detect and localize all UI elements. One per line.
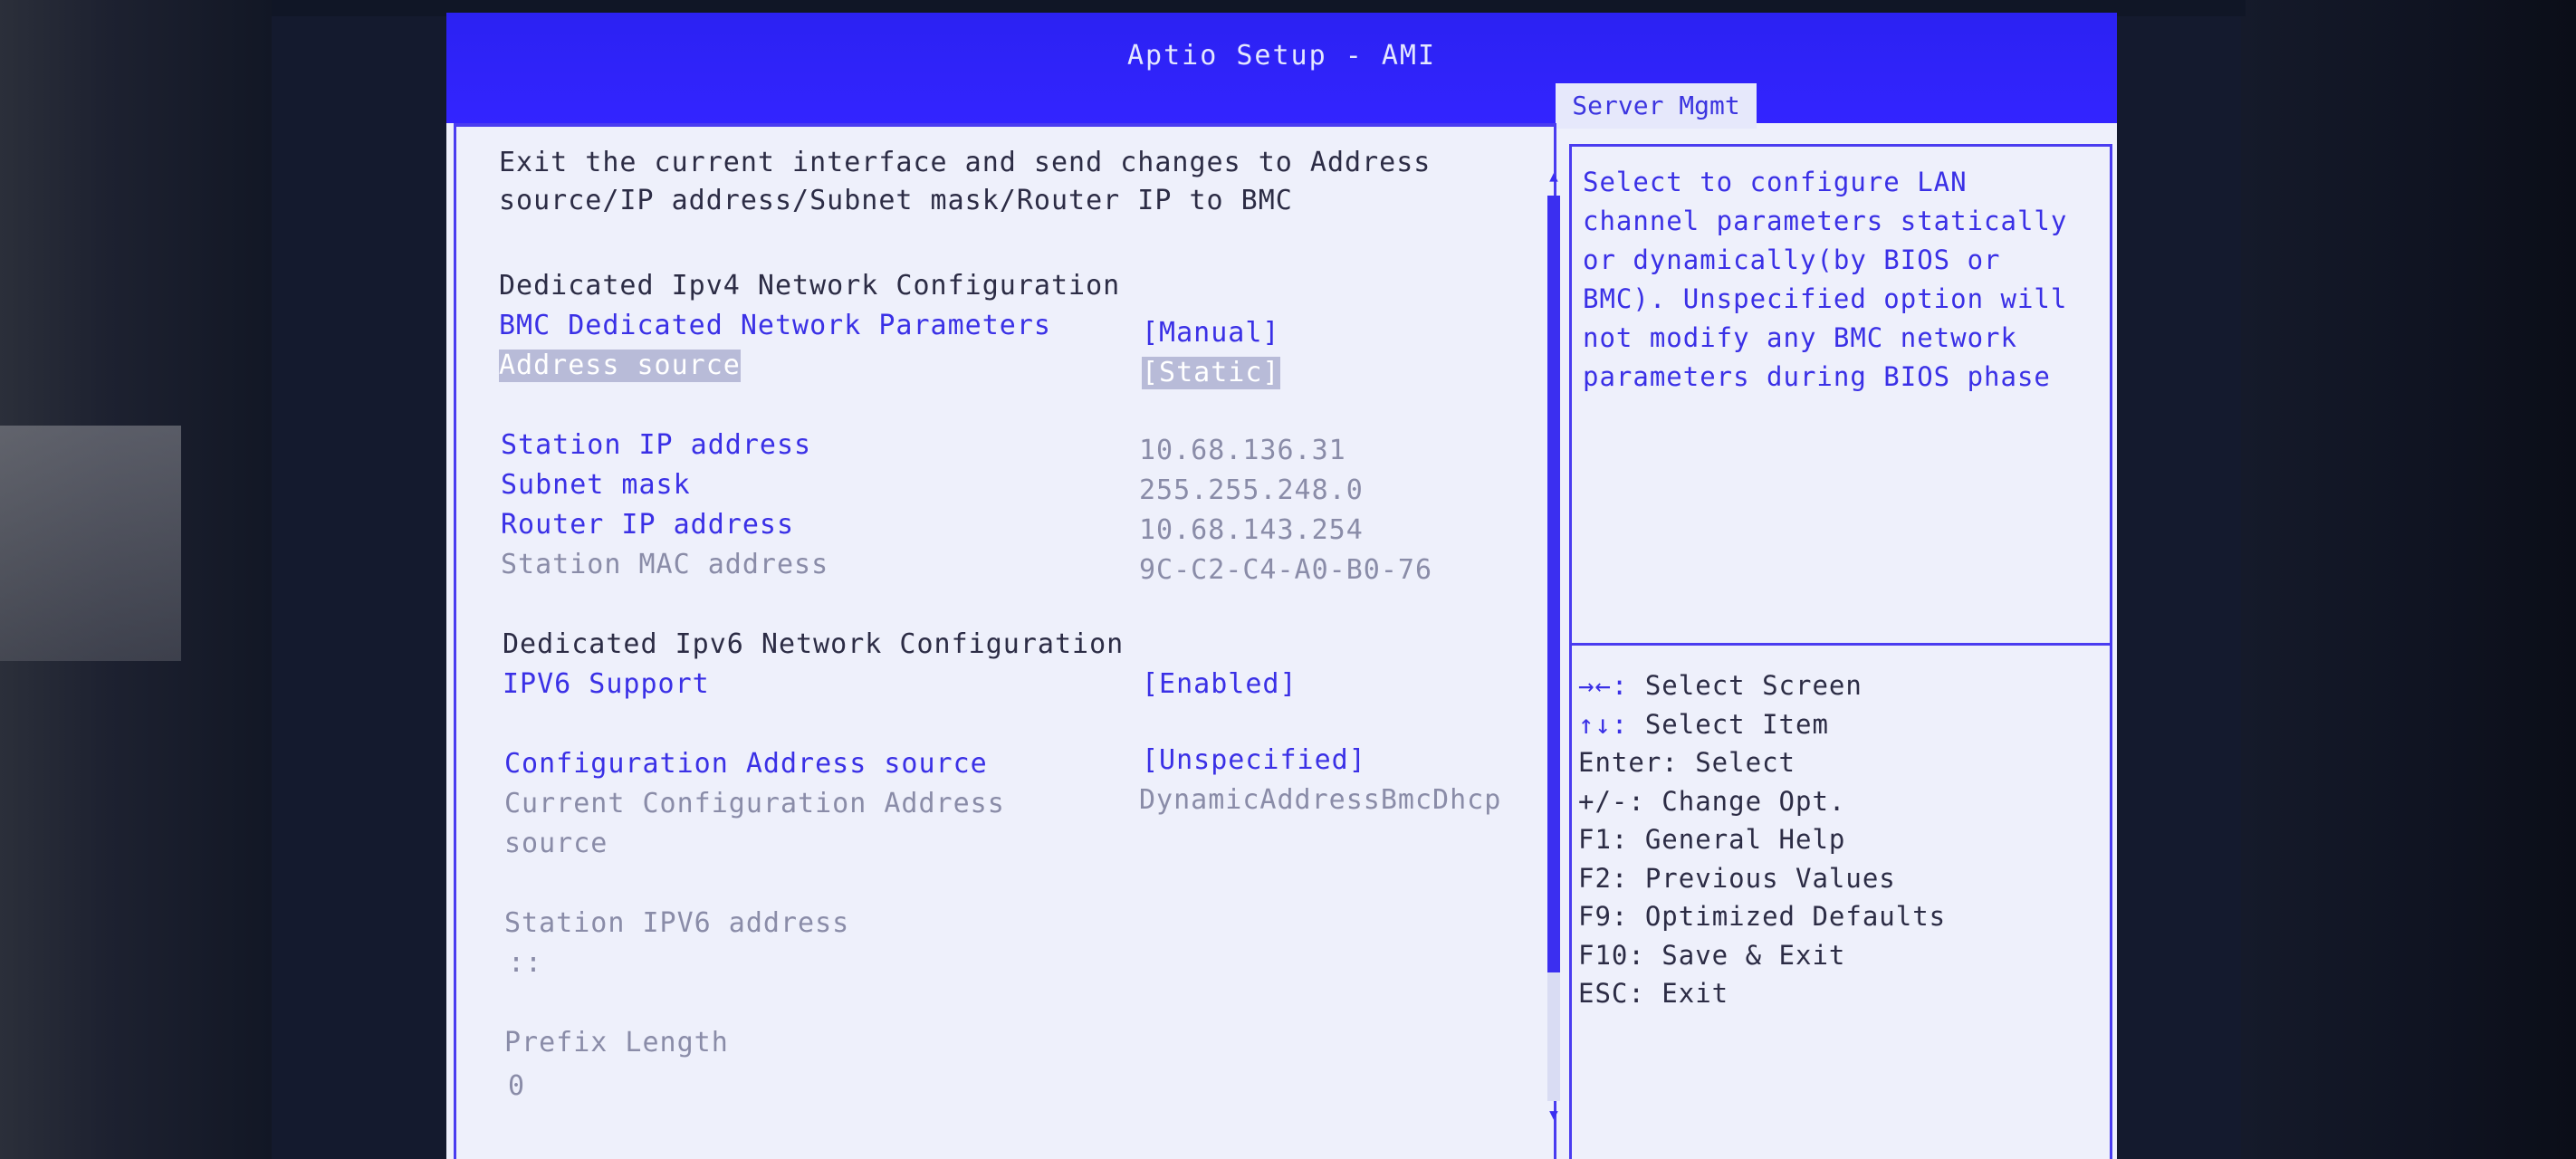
current-config-label: Current Configuration Address: [504, 788, 1005, 819]
subnet-mask-value: 255.255.248.0: [1139, 474, 1364, 506]
bezel-reflection: [0, 426, 181, 661]
prefix-length-label: Prefix Length: [504, 1027, 729, 1058]
config-address-source-value[interactable]: [Unspecified]: [1142, 744, 1366, 777]
ipv6-support-label[interactable]: IPV6 Support: [503, 668, 710, 701]
current-config-label-cont: source: [504, 828, 608, 859]
key-label: ESC:: [1578, 978, 1645, 1009]
scroll-up-arrow-icon[interactable]: ▲: [1546, 168, 1562, 185]
scrollbar[interactable]: ▲ ▼: [1544, 167, 1564, 1126]
key-row-previous-values: F2: Previous Values: [1578, 859, 1946, 898]
key-label: Enter:: [1578, 747, 1679, 778]
key-label: F9:: [1578, 901, 1629, 932]
key-desc: Optimized Defaults: [1628, 901, 1947, 932]
key-label: F10:: [1578, 939, 1645, 971]
item-help-text: Select to configure LAN channel paramete…: [1583, 167, 2068, 392]
ipv6-support-value[interactable]: [Enabled]: [1142, 668, 1298, 701]
key-desc: Exit: [1644, 978, 1729, 1009]
scroll-thumb[interactable]: [1547, 196, 1560, 972]
key-desc: Select Item: [1628, 708, 1829, 740]
key-row-enter: Enter: Select: [1578, 743, 1946, 782]
key-desc: Select: [1678, 747, 1796, 778]
station-ipv6-label: Station IPV6 address: [504, 907, 850, 939]
ipv6-heading: Dedicated Ipv6 Network Configuration: [503, 628, 1125, 660]
key-row-select-screen: →←: Select Screen: [1578, 666, 1946, 705]
router-ip-value: 10.68.143.254: [1139, 514, 1364, 546]
tab-server-mgmt[interactable]: Server Mgmt: [1556, 83, 1757, 129]
current-config-value: DynamicAddressBmcDhcp: [1139, 784, 1502, 816]
station-ip-label[interactable]: Station IP address: [501, 429, 811, 462]
key-desc: Save & Exit: [1644, 939, 1846, 971]
station-mac-value: 9C-C2-C4-A0-B0-76: [1139, 554, 1433, 586]
key-row-change-opt: +/-: Change Opt.: [1578, 782, 1946, 821]
key-row-save-exit: F10: Save & Exit: [1578, 936, 1946, 975]
key-row-general-help: F1: General Help: [1578, 820, 1946, 859]
key-label: ↑↓:: [1578, 708, 1629, 740]
key-legend: →←: Select Screen ↑↓: Select Item Enter:…: [1578, 666, 1946, 1013]
monitor-bezel-right: [2241, 0, 2576, 1159]
key-row-select-item: ↑↓: Select Item: [1578, 705, 1946, 744]
ipv4-heading: Dedicated Ipv4 Network Configuration: [499, 270, 1121, 302]
station-ipv6-value: ::: [508, 947, 543, 979]
key-desc: General Help: [1628, 824, 1846, 855]
station-ip-value: 10.68.136.31: [1139, 435, 1346, 466]
key-label: F2:: [1578, 862, 1629, 894]
key-row-optimized-defaults: F9: Optimized Defaults: [1578, 897, 1946, 936]
scroll-down-arrow-icon[interactable]: ▼: [1546, 1106, 1562, 1123]
subnet-mask-label[interactable]: Subnet mask: [501, 469, 691, 502]
description-line-2: source/IP address/Subnet mask/Router IP …: [499, 185, 1293, 216]
key-row-exit: ESC: Exit: [1578, 974, 1946, 1013]
address-source-value[interactable]: [Static]: [1142, 357, 1280, 389]
key-desc: Select Screen: [1628, 670, 1863, 701]
key-desc: Previous Values: [1628, 862, 1896, 894]
bmc-network-params-label[interactable]: BMC Dedicated Network Parameters: [499, 310, 1051, 342]
title-bar: Aptio Setup - AMI: [446, 13, 2117, 123]
key-desc: Change Opt.: [1644, 785, 1846, 817]
key-label: +/-:: [1578, 785, 1645, 817]
help-divider: [1572, 643, 2110, 646]
address-source-label[interactable]: Address source: [499, 350, 741, 382]
prefix-length-value: 0: [508, 1070, 526, 1102]
bios-screen: Aptio Setup - AMI Server Mgmt Exit the c…: [446, 13, 2117, 1159]
key-label: →←:: [1578, 670, 1629, 701]
station-mac-label: Station MAC address: [501, 549, 829, 580]
description-line-1: Exit the current interface and send chan…: [499, 147, 1432, 178]
key-label: F1:: [1578, 824, 1629, 855]
setup-title: Aptio Setup - AMI: [1126, 40, 1437, 72]
router-ip-label[interactable]: Router IP address: [501, 509, 794, 541]
bmc-network-params-value[interactable]: [Manual]: [1142, 317, 1280, 350]
config-address-source-label[interactable]: Configuration Address source: [504, 748, 988, 781]
